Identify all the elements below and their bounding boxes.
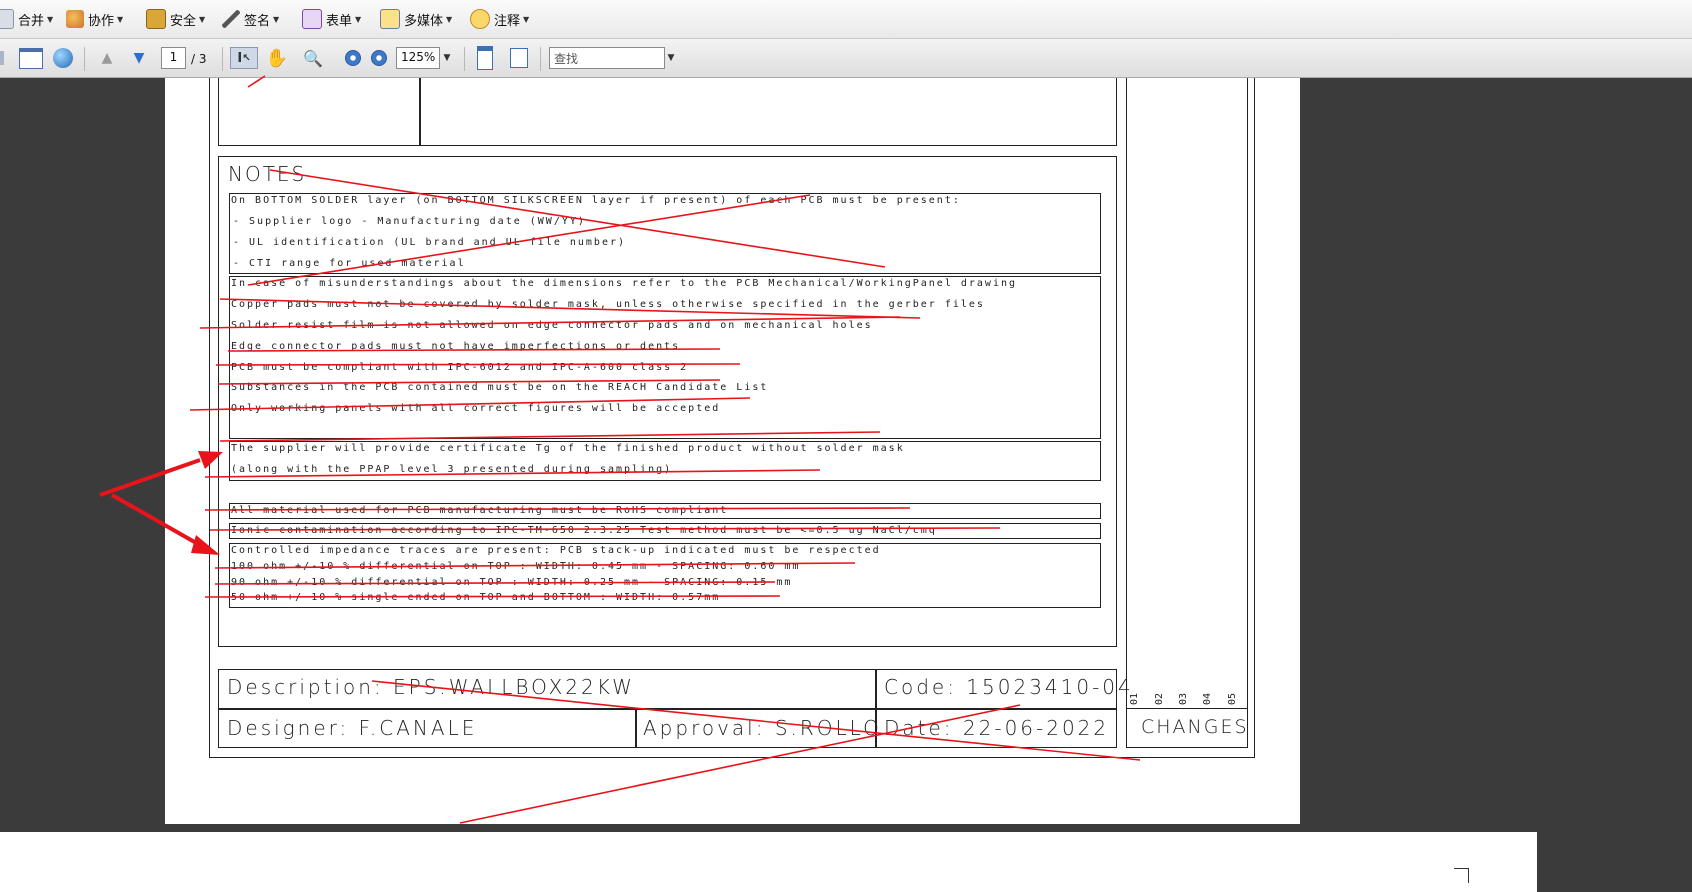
page-number-input[interactable]: 1 [161, 47, 186, 69]
description-field: Description: EPS.WALLBOX22KW [227, 675, 635, 699]
menu-multimedia[interactable]: 多媒体 ▼ [380, 8, 452, 30]
designer-field: Designer: F.CANALE [227, 716, 478, 740]
note-line: Substances in the PCB contained must be … [231, 382, 769, 393]
menu-collaborate[interactable]: 协作 ▼ [66, 8, 123, 30]
note-line: 100 ohm +/-10 % differential on TOP : WI… [231, 561, 801, 572]
form-icon [302, 9, 322, 29]
lock-icon [146, 9, 166, 29]
combine-icon [0, 9, 14, 29]
note-line: - Supplier logo - Manufacturing date (WW… [233, 216, 586, 227]
note-line: In case of misunderstandings about the d… [231, 278, 1018, 289]
note-line: (along with the PPAP level 3 presented d… [231, 464, 673, 475]
window-icon[interactable] [18, 47, 44, 69]
menu-combine[interactable]: 合并 ▼ [0, 8, 53, 30]
menu-comment[interactable]: 注释 ▼ [470, 8, 529, 30]
search-dropdown-icon[interactable]: ▼ [665, 47, 677, 69]
top-block [218, 78, 1117, 146]
chevron-down-icon: ▼ [199, 14, 206, 24]
comment-icon [470, 9, 490, 29]
search-input[interactable]: 查找 [549, 47, 665, 69]
revision-number: 03 [1177, 692, 1189, 706]
zoom-out-icon[interactable] [342, 47, 364, 69]
code-field: Code: 15023410-04 [884, 675, 1134, 699]
next-page-icon[interactable]: ▼ [128, 47, 150, 69]
title-block-hline [218, 708, 1117, 710]
zoom-in-icon[interactable] [368, 47, 390, 69]
toolbar-separator [222, 47, 223, 71]
select-tool-icon[interactable]: I ↖ [230, 47, 258, 69]
changes-column [1126, 78, 1248, 748]
toolbar-separator [84, 47, 85, 71]
previous-page-icon[interactable]: ▲ [96, 47, 118, 69]
chevron-down-icon: ▼ [273, 14, 280, 24]
note-line: Solder resist film is not allowed on edg… [231, 320, 873, 331]
note-line: Ionic contamination according to IPC-TM-… [231, 525, 937, 536]
note-line: Copper pads must not be covered by solde… [231, 299, 985, 310]
menu-forms[interactable]: 表单 ▼ [302, 8, 361, 30]
page-corner-mark [1454, 868, 1469, 883]
toolbar-separator [540, 47, 541, 71]
menu-bar: 合并 ▼ 协作 ▼ 安全 ▼ 签名 ▼ 表单 ▼ 多媒体 ▼ 注释 ▼ [0, 0, 1692, 39]
page-total-label: / 3 [191, 52, 207, 66]
chevron-down-icon: ▼ [117, 14, 124, 24]
note-line: On BOTTOM SOLDER layer (on BOTTOM SILKSC… [231, 195, 961, 206]
approval-field: Approval: S.ROLLO [643, 716, 882, 740]
note-line: The supplier will provide certificate Tg… [231, 443, 905, 454]
menu-security[interactable]: 安全 ▼ [146, 8, 205, 30]
note-line: Only working panels with all correct fig… [231, 403, 721, 414]
pdf-page-next [0, 832, 1537, 892]
note-line: - UL identification (UL brand and UL fil… [233, 237, 627, 248]
revision-number: 05 [1226, 692, 1238, 706]
note-line: PCB must be compliant with IPC-6012 and … [231, 362, 689, 373]
sidebar-toggle-icon[interactable] [0, 47, 6, 69]
zoom-dropdown-icon[interactable]: ▼ [441, 47, 453, 69]
hand-tool-icon[interactable]: ✋ [266, 47, 288, 69]
marquee-zoom-icon[interactable]: 🔍 [302, 47, 324, 69]
revision-row: 01 02 03 04 05 [1126, 690, 1248, 708]
chevron-down-icon: ▼ [47, 14, 54, 24]
globe-icon[interactable] [52, 47, 74, 69]
note-line: Controlled impedance traces are present:… [231, 545, 881, 556]
zoom-level-field[interactable]: 125% [396, 47, 440, 69]
toolbar: ▲ ▼ 1 / 3 I ↖ ✋ 🔍 125% ▼ 查找 ▼ [0, 39, 1692, 78]
note-line: Edge connector pads must not have imperf… [231, 341, 681, 352]
top-block-divider [419, 78, 421, 145]
note-line: - CTI range for used material [233, 258, 466, 269]
title-block-vline [635, 708, 637, 748]
chevron-down-icon: ▼ [446, 14, 453, 24]
menu-sign[interactable]: 签名 ▼ [222, 8, 279, 30]
note-line: All material used for PCB manufacturing … [231, 505, 729, 516]
note-line: 90 ohm +/-10 % differential on TOP : WID… [231, 577, 793, 588]
fit-width-icon[interactable] [474, 46, 496, 70]
date-field: Date: 22-06-2022 [884, 716, 1110, 740]
chevron-down-icon: ▼ [523, 14, 530, 24]
changes-label: CHANGES [1141, 716, 1249, 738]
collaborate-icon [66, 10, 84, 28]
toolbar-separator [464, 47, 465, 71]
revision-number: 01 [1129, 692, 1141, 706]
revision-number: 04 [1202, 692, 1214, 706]
notes-title: NOTES [228, 162, 307, 186]
fit-page-icon[interactable] [508, 47, 530, 69]
revision-number: 02 [1153, 692, 1165, 706]
note-line: 50 ohm +/-10 % single ended on TOP and B… [231, 592, 721, 603]
multimedia-icon [380, 9, 400, 29]
chevron-down-icon: ▼ [355, 14, 362, 24]
pen-icon [222, 10, 240, 28]
